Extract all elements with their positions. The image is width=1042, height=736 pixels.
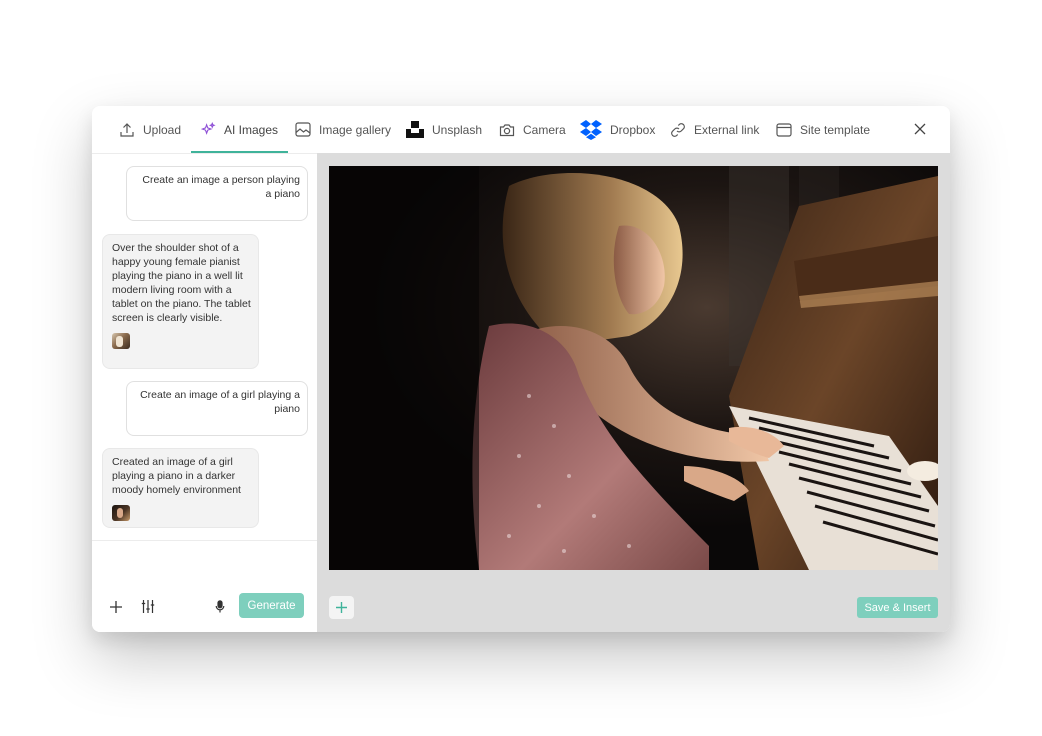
tab-unsplash[interactable]: Unsplash xyxy=(406,106,482,153)
link-icon xyxy=(671,122,685,137)
tab-image-gallery[interactable]: Image gallery xyxy=(295,106,391,153)
dropbox-icon xyxy=(580,119,602,140)
message-text: Created an image of a girl playing a pia… xyxy=(112,456,241,496)
upload-icon xyxy=(120,122,134,137)
tab-label: Camera xyxy=(523,122,566,137)
message-text: Create an image a person playing a piano xyxy=(142,174,300,200)
add-image-button[interactable] xyxy=(329,596,354,619)
girl-playing-piano-image xyxy=(329,166,938,570)
chat-message-ai: Created an image of a girl playing a pia… xyxy=(102,448,259,528)
chat-divider xyxy=(92,540,317,541)
microphone-button[interactable] xyxy=(215,600,225,618)
chat-panel: Create an image a person playing a piano… xyxy=(92,153,317,632)
image-picker-modal: Upload AI Images Image gallery Unsplash xyxy=(92,106,950,632)
browser-window-icon xyxy=(776,122,792,137)
message-text: Create an image of a girl playing a pian… xyxy=(140,389,300,415)
tab-label: Unsplash xyxy=(432,122,483,137)
sliders-icon xyxy=(141,600,155,613)
save-and-insert-button[interactable]: Save & Insert xyxy=(857,597,938,618)
plus-icon xyxy=(336,602,347,613)
settings-button[interactable] xyxy=(141,600,155,618)
chat-message-ai: Over the shoulder shot of a happy young … xyxy=(102,234,259,369)
camera-icon xyxy=(499,123,515,136)
tab-camera[interactable]: Camera xyxy=(499,106,566,153)
tab-label: External link xyxy=(694,122,760,137)
chat-message-user: Create an image of a girl playing a pian… xyxy=(126,381,308,436)
close-icon xyxy=(914,123,926,135)
tab-site-template[interactable]: Site template xyxy=(776,106,870,153)
tab-label: Site template xyxy=(800,122,871,137)
microphone-icon xyxy=(215,600,225,613)
generated-image-thumbnail[interactable] xyxy=(112,333,130,349)
generate-button[interactable]: Generate xyxy=(239,593,304,618)
unsplash-icon xyxy=(406,121,424,138)
sparkle-icon xyxy=(201,122,216,135)
close-button[interactable] xyxy=(910,119,930,139)
message-text: Over the shoulder shot of a happy young … xyxy=(112,242,251,324)
plus-icon xyxy=(110,601,122,613)
tab-dropbox[interactable]: Dropbox xyxy=(580,106,655,153)
tab-label: Image gallery xyxy=(319,122,392,137)
generated-image-thumbnail[interactable] xyxy=(112,505,130,521)
chat-input-controls: Generate xyxy=(92,590,317,626)
chat-message-user: Create an image a person playing a piano xyxy=(126,166,308,221)
tab-external-link[interactable]: External link xyxy=(670,106,759,153)
generated-image-preview[interactable] xyxy=(329,166,938,570)
tab-label: Upload xyxy=(143,122,182,137)
tab-bar: Upload AI Images Image gallery Unsplash xyxy=(92,106,950,153)
tab-ai-images[interactable]: AI Images xyxy=(191,106,289,153)
tab-label: AI Images xyxy=(224,122,279,137)
preview-panel: Save & Insert xyxy=(317,153,950,632)
image-gallery-icon xyxy=(295,122,311,137)
add-attachment-button[interactable] xyxy=(110,600,122,618)
tab-upload[interactable]: Upload xyxy=(119,106,181,153)
tab-label: Dropbox xyxy=(610,122,656,137)
